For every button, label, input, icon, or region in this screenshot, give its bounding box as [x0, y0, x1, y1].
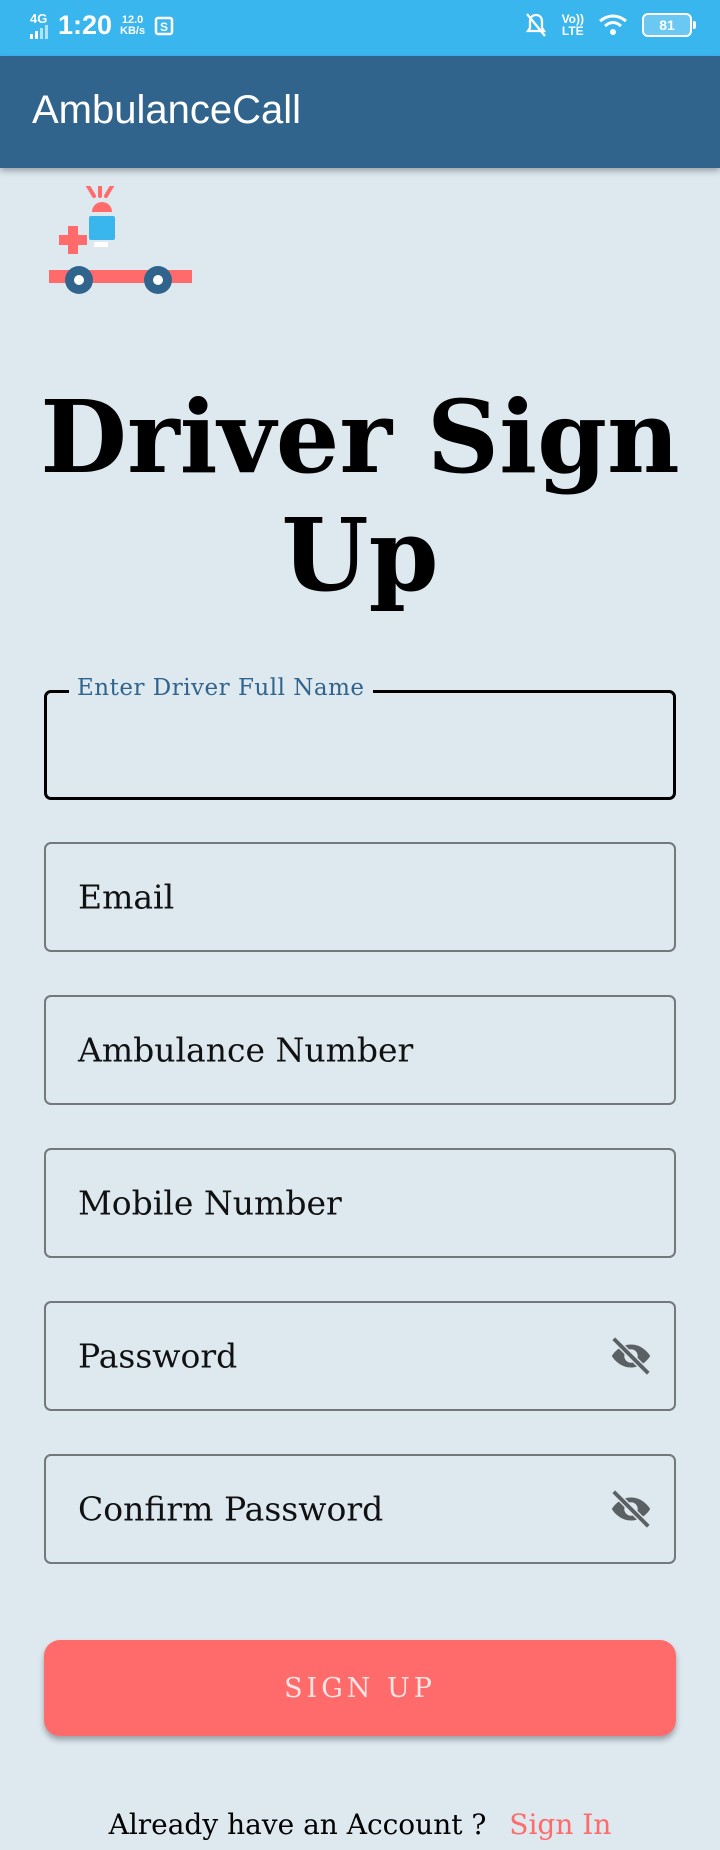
page-title: Driver Sign Up	[40, 378, 680, 614]
mobile-number-label: Mobile Number	[78, 1183, 342, 1223]
volte-bottom: LTE	[561, 24, 584, 38]
password-label: Password	[78, 1336, 238, 1376]
volte-indicator: Vo)) LTE	[562, 13, 584, 37]
ambulance-number-field[interactable]: Ambulance Number	[44, 995, 676, 1105]
status-bar: 4G 1:20 12.0 KB/s S Vo)) LTE 81	[0, 0, 720, 56]
eye-off-icon[interactable]	[608, 1333, 654, 1379]
speed-value: 12.0	[121, 13, 144, 26]
notifications-off-icon	[525, 13, 546, 37]
app-bar: AmbulanceCall	[0, 56, 720, 168]
confirm-password-field[interactable]: Confirm Password	[44, 1454, 676, 1564]
password-field[interactable]: Password	[44, 1301, 676, 1411]
speed-unit: KB/s	[120, 24, 146, 37]
full-name-field[interactable]: Enter Driver Full Name	[44, 675, 676, 800]
network-speed: 12.0 KB/s	[120, 13, 146, 37]
ambulance-icon	[49, 186, 192, 294]
status-bar-left: 4G 1:20 12.0 KB/s S	[30, 10, 175, 41]
clock: 1:20	[58, 10, 113, 40]
battery-indicator: 81	[642, 13, 696, 37]
app-title: AmbulanceCall	[32, 88, 302, 132]
eye-off-icon[interactable]	[608, 1486, 654, 1532]
screenshot-icon: S	[154, 16, 174, 35]
network-type: 4G	[30, 11, 48, 26]
sign-in-prompt: Already have an Account ? Sign In	[0, 1808, 720, 1841]
mobile-number-field[interactable]: Mobile Number	[44, 1148, 676, 1258]
confirm-password-label: Confirm Password	[78, 1489, 384, 1529]
signal-icon: 4G	[30, 12, 50, 39]
status-bar-right: Vo)) LTE 81	[524, 12, 696, 38]
sign-up-button[interactable]: SIGN UP	[44, 1640, 676, 1736]
svg-text:S: S	[160, 20, 168, 34]
email-field[interactable]: Email	[44, 842, 676, 952]
full-name-label: Enter Driver Full Name	[69, 675, 373, 701]
signal-bars-icon	[30, 25, 48, 39]
email-label: Email	[78, 877, 175, 917]
sign-in-link[interactable]: Sign In	[509, 1808, 611, 1841]
wifi-icon	[599, 14, 627, 35]
ambulance-number-label: Ambulance Number	[78, 1030, 414, 1070]
sign-in-prompt-text: Already have an Account ?	[108, 1808, 487, 1841]
